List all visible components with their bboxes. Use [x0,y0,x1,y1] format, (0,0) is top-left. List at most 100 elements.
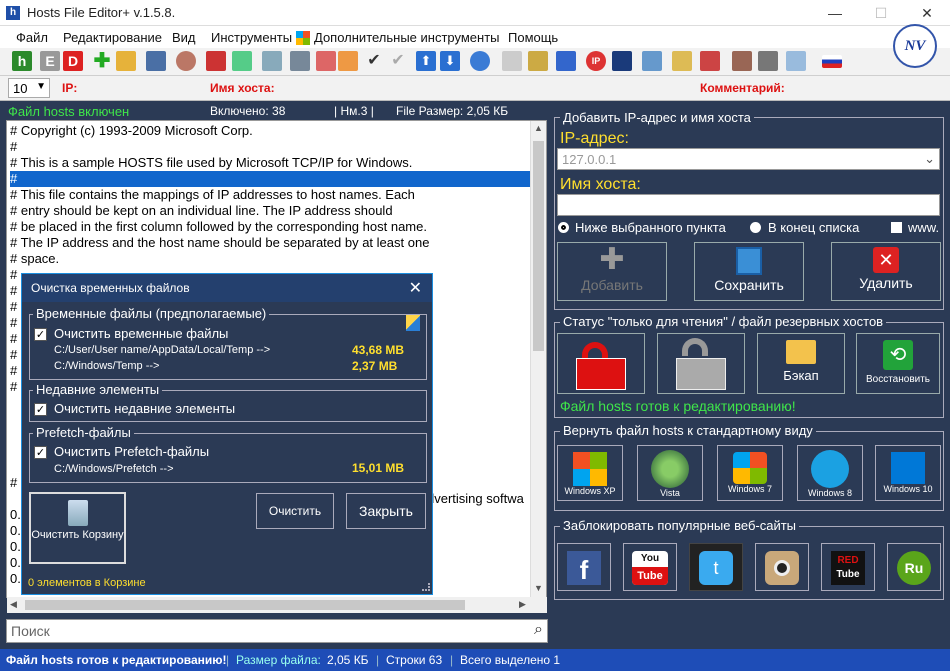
chevron-down-icon[interactable]: ⌄ [924,151,935,167]
settings-icon[interactable] [176,51,196,71]
scroll-left-icon[interactable]: ◀ [10,599,17,610]
save-button[interactable]: Сохранить [694,242,804,301]
editor-line[interactable]: # Copyright (c) 1993-2009 Microsoft Corp… [10,123,530,139]
maximize-button[interactable]: ☐ [858,0,904,26]
windows-10-button[interactable]: Windows 10 [875,445,941,501]
open-folder-icon[interactable] [116,51,136,71]
delete-button[interactable]: ✕ Удалить [831,242,941,301]
menu-edit[interactable]: Редактирование [63,30,162,45]
block-sites-panel [554,526,944,600]
menu-help[interactable]: Помощь [508,30,558,45]
empty-recycle-bin-button[interactable]: Очистить Корзину [29,492,126,564]
editor-line[interactable]: # entry should be kept on an individual … [10,203,530,219]
editor-line[interactable]: # This is a sample HOSTS file used by Mi… [10,155,530,171]
block-rutube-button[interactable]: Ru [887,543,941,591]
editor-line[interactable]: # space. [10,251,530,267]
clean-button[interactable]: Очистить [256,493,334,529]
windows-vista-button[interactable]: Vista [637,445,703,501]
prefetch-checkbox[interactable]: ✓ [34,446,47,459]
check-icon[interactable]: ✔ [364,51,384,71]
minimize-button[interactable]: — [812,0,858,26]
scroll-right-icon[interactable]: ▶ [519,599,526,610]
ip-block-icon[interactable]: IP [586,51,606,71]
add-panel-title: Добавить IP-адрес и имя хоста [560,110,754,125]
save-button-label: Сохранить [714,277,784,293]
editor-line-partial[interactable]: dvertising softwa [427,491,524,507]
shield-icon[interactable] [528,51,548,71]
temp-path-2: C:/Windows/Temp --> [54,360,160,372]
block-redtube-button[interactable]: RED Tube [821,543,875,591]
fullscreen-icon[interactable] [786,51,806,71]
resize-grip-icon[interactable] [422,583,430,591]
radio-below[interactable] [558,222,569,233]
flag-icon[interactable] [700,51,720,71]
scroll-thumb[interactable] [533,141,544,351]
hosts-enable-icon[interactable]: h [12,51,32,71]
language-flag-icon[interactable] [822,55,842,68]
editor-line[interactable]: # be placed in the first column followed… [10,219,530,235]
disable-icon[interactable]: D [63,51,83,71]
editor-line-selected[interactable]: # [10,171,530,187]
hostname-input[interactable] [557,194,940,216]
block-instagram-button[interactable] [755,543,809,591]
hash-icon[interactable] [642,51,662,71]
lock-button[interactable] [557,333,645,394]
delete-button-label: Удалить [859,275,913,291]
briefcase-icon[interactable] [732,51,752,71]
restore-button[interactable]: ⟲ Восстановить [856,333,940,394]
editor-vertical-scrollbar[interactable]: ▲ ▼ [530,121,546,597]
block-facebook-button[interactable]: f [557,543,611,591]
globe-icon[interactable] [470,51,490,71]
radio-end[interactable] [750,222,761,233]
notes-icon[interactable] [672,51,692,71]
restore-panel-title: Вернуть файл hosts к стандартному виду [560,423,816,438]
dialog-close-icon[interactable]: ✕ [409,278,422,298]
search-icon[interactable]: ⌕ [534,621,543,639]
broom-icon[interactable] [406,315,420,331]
plugin-icon[interactable] [502,51,522,71]
scroll-down-icon[interactable]: ▼ [534,583,543,593]
menu-view[interactable]: Вид [172,30,196,45]
lock-icon[interactable] [758,51,778,71]
block-youtube-button[interactable]: You Tube [623,543,677,591]
windows-7-button[interactable]: Windows 7 [717,445,783,501]
search-input[interactable]: Поиск [11,623,50,639]
check-all-icon[interactable]: ✔ [388,51,408,71]
editor-line[interactable]: # This file contains the mappings of IP … [10,187,530,203]
editor-line[interactable]: # The IP address and the host name shoul… [10,235,530,251]
backup-button[interactable]: Бэкап [757,333,845,394]
network-icon[interactable] [556,51,576,71]
add-button[interactable]: ✚ Добавить [557,242,667,301]
windows-xp-button[interactable]: Windows XP [557,445,623,501]
delete-doc-icon[interactable] [316,51,336,71]
backup-icon[interactable] [338,51,358,71]
scroll-up-icon[interactable]: ▲ [534,123,543,133]
windows-8-button[interactable]: Windows 8 [797,445,863,501]
arrow-down-icon[interactable]: ⬇ [440,51,460,71]
hscroll-thumb[interactable] [25,600,465,610]
add-icon[interactable]: ✚ [92,51,112,71]
clear-icon[interactable] [206,51,226,71]
editor-horizontal-scrollbar[interactable]: ◀ ▶ [7,597,547,613]
edit-mode-icon[interactable]: E [40,51,60,71]
close-button[interactable]: ✕ [904,0,950,26]
temp-files-checkbox[interactable]: ✓ [34,328,47,341]
tool-icon[interactable] [232,51,252,71]
unlock-button[interactable] [657,333,745,394]
count-select[interactable]: 10 ▼ [8,78,50,98]
recent-items-checkbox[interactable]: ✓ [34,403,47,416]
menu-extra-tools[interactable]: Дополнительные инструменты [314,30,500,45]
document-icon[interactable] [290,51,310,71]
ip-address-input[interactable]: 127.0.0.1 ⌄ [557,148,940,170]
new-window-icon[interactable] [262,51,282,71]
menu-tools[interactable]: Инструменты [211,30,292,45]
editor-line[interactable]: # [10,139,530,155]
block-twitter-button[interactable]: t [689,543,743,591]
arrow-up-icon[interactable]: ⬆ [416,51,436,71]
www-checkbox[interactable] [891,222,902,233]
save-icon[interactable] [146,51,166,71]
search-box[interactable]: Поиск ⌕ [6,619,548,643]
dialog-close-button[interactable]: Закрыть [346,493,426,529]
menu-file[interactable]: Файл [16,30,48,45]
block-icon[interactable] [612,51,632,71]
